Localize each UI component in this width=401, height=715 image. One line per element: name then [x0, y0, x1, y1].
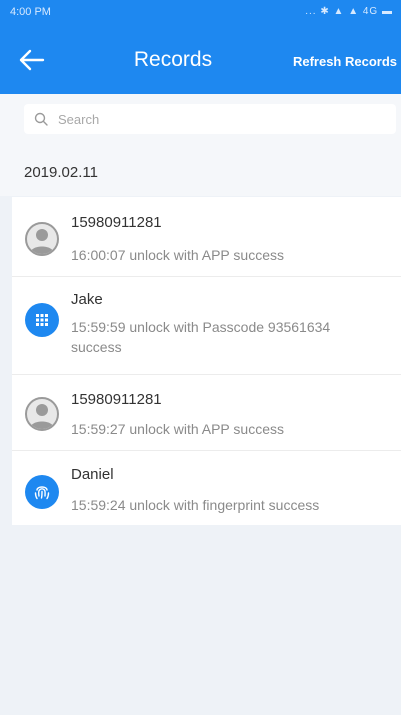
- record-name: 15980911281: [71, 391, 162, 408]
- record-detail: 16:00:07 unlock with APP success: [71, 247, 284, 263]
- keypad-icon: [25, 303, 59, 337]
- record-name: Jake: [71, 291, 103, 308]
- app-bar: Records Refresh Records: [0, 26, 401, 94]
- fingerprint-icon: [25, 475, 59, 509]
- arrow-left-icon: [19, 49, 45, 71]
- records-list: 15980911281 16:00:07 unlock with APP suc…: [12, 197, 401, 525]
- status-time: 4:00 PM: [10, 6, 51, 18]
- search-bar: [0, 94, 401, 144]
- record-row[interactable]: Daniel 15:59:24 unlock with fingerprint …: [12, 451, 401, 525]
- record-row[interactable]: 15980911281 16:00:07 unlock with APP suc…: [12, 197, 401, 277]
- back-button[interactable]: [16, 44, 48, 76]
- status-bar: 4:00 PM ... ✱ ▲ ▲ 4G ▬: [0, 0, 401, 26]
- refresh-records-button[interactable]: Refresh Records: [293, 54, 397, 69]
- record-detail: 15:59:24 unlock with fingerprint success: [71, 497, 320, 513]
- search-box[interactable]: [24, 104, 396, 134]
- date-group-header: 2019.02.11: [0, 144, 401, 196]
- record-detail: 15:59:59 unlock with Passcode 93561634 s…: [71, 319, 331, 355]
- record-row[interactable]: 15980911281 15:59:27 unlock with APP suc…: [12, 375, 401, 451]
- page-title: Records: [133, 48, 213, 71]
- record-detail: 15:59:27 unlock with APP success: [71, 421, 284, 437]
- person-icon: [25, 222, 59, 256]
- record-name: Daniel: [71, 466, 114, 483]
- record-row[interactable]: Jake 15:59:59 unlock with Passcode 93561…: [12, 277, 401, 375]
- status-indicators: ... ✱ ▲ ▲ 4G ▬: [305, 6, 393, 17]
- person-icon: [25, 397, 59, 431]
- record-name: 15980911281: [71, 214, 162, 231]
- search-input[interactable]: [56, 110, 360, 128]
- search-icon: [34, 112, 48, 126]
